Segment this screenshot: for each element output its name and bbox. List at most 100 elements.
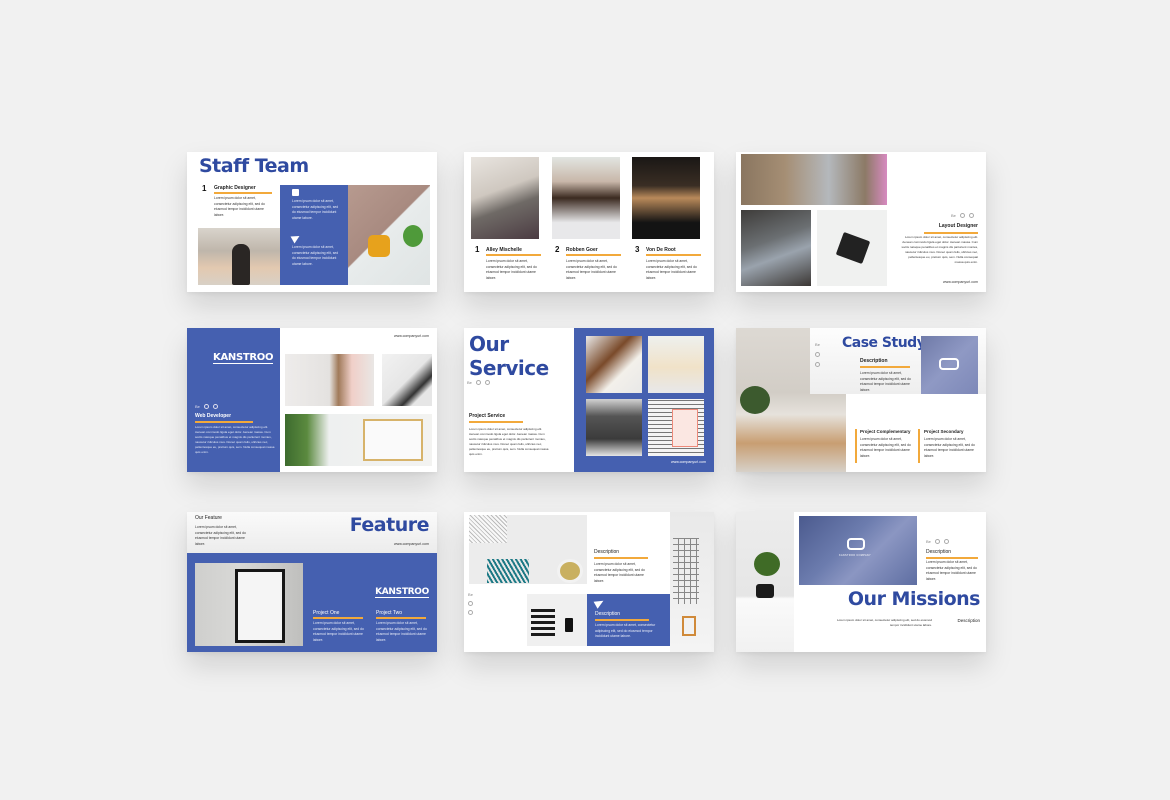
slide-team-members[interactable]: 1 Alley Mischelle Lorem ipsum dolor sit …: [464, 152, 714, 292]
project-label: Project One: [313, 610, 340, 616]
social-icons: Be: [815, 342, 820, 367]
copper-frames: [682, 616, 696, 636]
body-text: Lorem ipsum dolor sit amet, consectetur …: [195, 425, 275, 454]
member-name: Von De Root: [646, 247, 676, 253]
dribbble-icon[interactable]: [934, 539, 940, 544]
item-number: 1: [202, 184, 207, 193]
instagram-icon[interactable]: [943, 539, 949, 544]
slide-title-line2: Service: [469, 356, 549, 380]
social-icons: Be: [195, 404, 218, 409]
blue-panel: Description Lorem ipsum dolor sit amet, …: [587, 594, 670, 646]
description-label: Description: [595, 611, 621, 617]
instagram-icon[interactable]: [968, 213, 974, 218]
body-text: Lorem ipsum dolor sit amet, consectetur …: [486, 259, 537, 280]
person-figure: [232, 244, 250, 285]
company-url[interactable]: www.companyurl.com: [394, 542, 429, 546]
card: [363, 419, 423, 461]
plant: [403, 225, 423, 247]
slide-title: Feature: [349, 514, 430, 536]
blue-panel: Lorem ipsum dolor sit amet, consectetur …: [280, 185, 348, 285]
body-text: Lorem ipsum dolor sit amet, consectetur …: [566, 259, 617, 280]
pot: [756, 584, 774, 598]
dribbble-icon[interactable]: [203, 404, 209, 409]
social-icons: Be: [467, 380, 490, 385]
slide-title-line1: Our: [469, 332, 509, 356]
chat-icon: [292, 189, 299, 196]
blue-sidebar: KANSTROO Be Web Developer Lorem ipsum do…: [187, 328, 280, 472]
company-url[interactable]: www.companyurl.com: [943, 280, 978, 284]
photo-member-2: [552, 157, 620, 239]
accent-line: [860, 366, 910, 368]
photo-notebook: [382, 354, 432, 406]
body-text: Lorem ipsum dolor sit amet, consectetur …: [195, 525, 246, 546]
dribbble-icon[interactable]: [959, 213, 965, 218]
bonsai: [754, 552, 780, 576]
company-url[interactable]: www.companyurl.com: [671, 460, 706, 464]
body-text: Lorem ipsum dolor sit amet, consectetur …: [836, 618, 932, 627]
body-text: Lorem ipsum dolor sit amet, consectetur …: [214, 196, 265, 217]
behance-icon[interactable]: Be: [926, 539, 931, 544]
project-bar: [918, 429, 920, 463]
photo-brand-overlay: [921, 336, 978, 394]
blue-panel: KANSTROO Project One Lorem ipsum dolor s…: [187, 553, 437, 652]
slide-feature[interactable]: Our Feature Lorem ipsum dolor sit amet, …: [187, 512, 437, 652]
body-text: Lorem ipsum dolor sit amet, consectetur …: [924, 437, 975, 458]
slide-description[interactable]: Description Lorem ipsum dolor sit amet, …: [464, 512, 714, 652]
photo-laptop-work: [741, 210, 811, 286]
behance-icon[interactable]: Be: [951, 213, 956, 218]
photo-grid-notes: [648, 399, 704, 456]
company-url[interactable]: www.companyurl.com: [394, 334, 429, 338]
member-number: 1: [475, 245, 480, 254]
accent-line: [926, 557, 978, 559]
accent-line: [376, 617, 426, 619]
photo-bonsai-shelf: [736, 512, 794, 652]
photo-stationery: [527, 594, 587, 646]
behance-icon[interactable]: Be: [195, 404, 200, 409]
brand-logo: KANSTROO: [213, 352, 274, 364]
slide-staff-team[interactable]: Staff Team 1 Graphic Designer Lorem ipsu…: [187, 152, 437, 292]
slide-our-service[interactable]: Our Service Be Project Service Lorem ips…: [464, 328, 714, 472]
body-text: Lorem ipsum dolor sit amet, consectetur …: [292, 199, 339, 220]
slide-our-missions[interactable]: KANSTROO COMPANY Be Description Lorem ip…: [736, 512, 986, 652]
instagram-icon[interactable]: [212, 404, 218, 409]
dribbble-icon[interactable]: [475, 380, 481, 385]
accent-line: [566, 254, 621, 256]
behance-icon[interactable]: Be: [468, 592, 473, 597]
behance-icon[interactable]: Be: [467, 380, 472, 385]
photo-member-1: [471, 157, 539, 239]
dribbble-icon[interactable]: [468, 601, 473, 606]
slide-case-study[interactable]: Be Case Study Description Lorem ipsum do…: [736, 328, 986, 472]
accent-line: [214, 192, 272, 194]
send-icon: [290, 232, 302, 244]
accent-line: [594, 557, 648, 559]
body-text: Lorem ipsum dolor sit amet, consectetur …: [313, 621, 364, 642]
stationery-items: [531, 608, 555, 636]
photo-woman-phone: [198, 228, 280, 285]
slide-web-developer[interactable]: KANSTROO Be Web Developer Lorem ipsum do…: [187, 328, 437, 472]
description-label-right: Description: [957, 618, 980, 623]
body-text: Lorem ipsum dolor sit amet, consectetur …: [926, 560, 977, 581]
keyboard: [469, 515, 507, 543]
role-label: Web Developer: [195, 413, 232, 419]
instagram-icon[interactable]: [468, 610, 473, 615]
coffee-cup: [557, 559, 583, 583]
instagram-icon[interactable]: [484, 380, 490, 385]
photo-grid-shelf: [670, 512, 714, 652]
member-name: Robben Goer: [566, 247, 598, 253]
accent-line: [313, 617, 363, 619]
behance-icon[interactable]: Be: [815, 342, 820, 347]
instagram-icon[interactable]: [815, 362, 820, 367]
accent-line: [924, 232, 978, 234]
dribbble-icon[interactable]: [815, 352, 820, 357]
body-text: Lorem ipsum dolor sit amet, consectetur …: [595, 623, 656, 639]
slide-title: Our Missions: [847, 588, 981, 610]
brand-mark: [847, 538, 865, 550]
tablet: [835, 231, 871, 265]
body-text: Lorem ipsum dolor sit amet, consectetur …: [860, 437, 911, 458]
photo-typing-laptop: [741, 154, 887, 205]
body-text: Lorem ipsum dolor sit amet, consectetur …: [901, 235, 978, 264]
phone: [565, 618, 573, 632]
slide-layout-designer[interactable]: Be Layout Designer Lorem ipsum dolor sit…: [736, 152, 986, 292]
body-text: Lorem ipsum dolor sit amet, consectetur …: [646, 259, 697, 280]
accent-line: [469, 421, 523, 423]
